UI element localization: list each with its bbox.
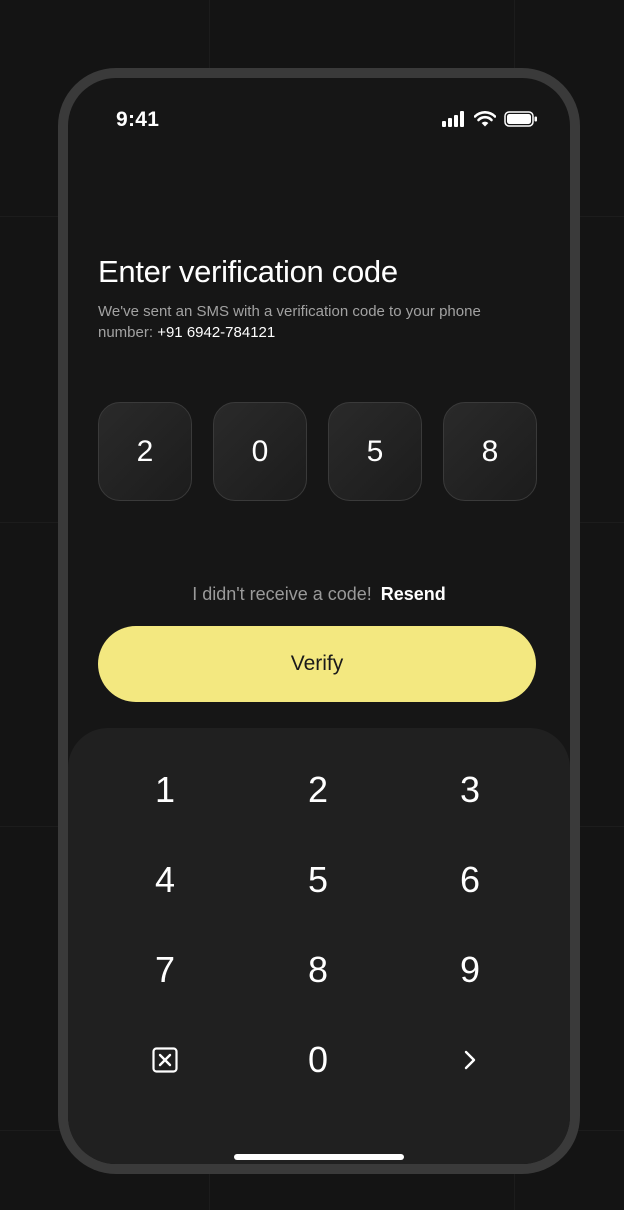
verify-button[interactable]: Verify (98, 626, 536, 702)
key-7[interactable]: 7 (100, 930, 230, 1010)
resend-row: I didn't receive a code! Resend (68, 584, 570, 605)
resend-prompt: I didn't receive a code! (192, 584, 372, 604)
numeric-keypad: 1 2 3 4 5 6 7 8 9 0 (68, 728, 570, 1164)
otp-digit-4[interactable]: 8 (443, 402, 537, 501)
otp-digit-2[interactable]: 0 (213, 402, 307, 501)
key-1[interactable]: 1 (100, 750, 230, 830)
phone-screen: 9:41 Enter verification code We've sent … (68, 78, 570, 1164)
status-time: 9:41 (116, 108, 160, 131)
otp-digit-1[interactable]: 2 (98, 402, 192, 501)
delete-key[interactable] (100, 1020, 230, 1100)
key-0[interactable]: 0 (253, 1020, 383, 1100)
home-indicator[interactable] (234, 1154, 404, 1160)
phone-frame: 9:41 Enter verification code We've sent … (58, 68, 580, 1174)
backspace-icon (152, 1047, 178, 1073)
battery-icon (504, 111, 537, 127)
status-icons (442, 111, 538, 127)
page-subtitle: We've sent an SMS with a verification co… (98, 301, 498, 343)
signal-icon (442, 111, 464, 127)
key-5[interactable]: 5 (253, 840, 383, 920)
phone-number: +91 6942-784121 (157, 324, 276, 341)
key-4[interactable]: 4 (100, 840, 230, 920)
subtitle-text: We've sent an SMS with a verification co… (98, 303, 481, 341)
key-2[interactable]: 2 (253, 750, 383, 830)
otp-input-group: 2 0 5 8 (98, 402, 537, 501)
next-key[interactable] (405, 1020, 535, 1100)
page-title: Enter verification code (98, 254, 398, 289)
resend-link[interactable]: Resend (381, 584, 446, 604)
otp-digit-3[interactable]: 5 (328, 402, 422, 501)
key-6[interactable]: 6 (405, 840, 535, 920)
chevron-right-icon (464, 1050, 476, 1070)
key-3[interactable]: 3 (405, 750, 535, 830)
key-9[interactable]: 9 (405, 930, 535, 1010)
wifi-icon (474, 111, 496, 127)
status-bar: 9:41 (68, 78, 570, 158)
key-8[interactable]: 8 (253, 930, 383, 1010)
